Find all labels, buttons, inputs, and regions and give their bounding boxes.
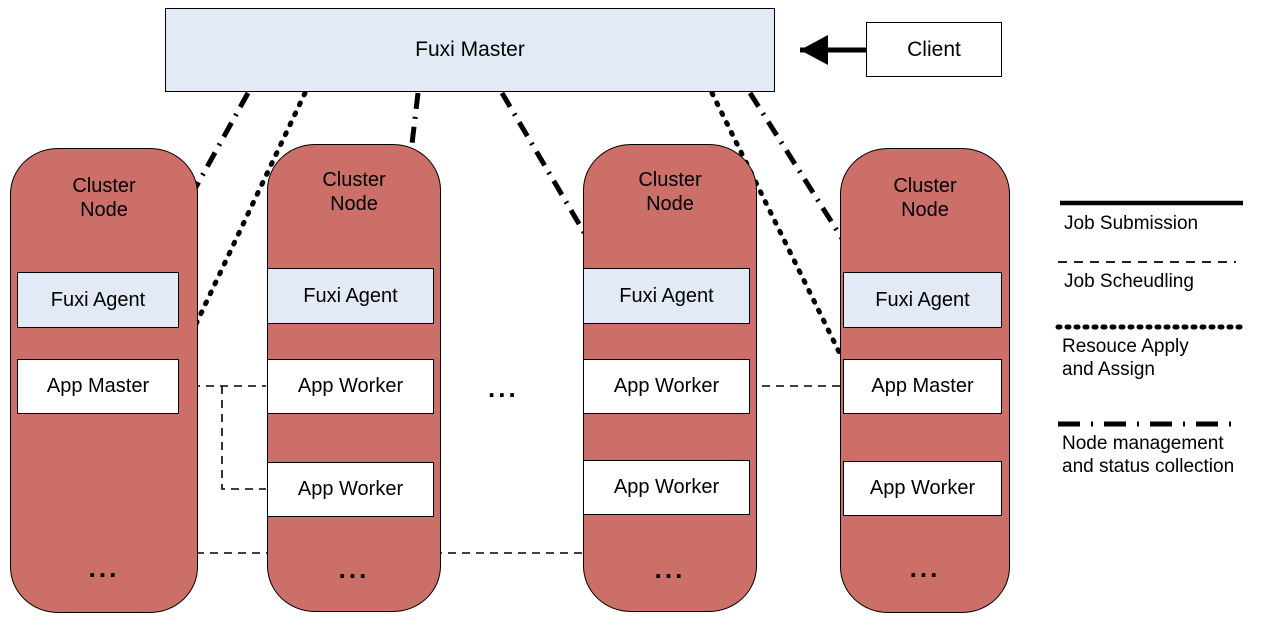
cluster-node-1-title-line2: Node	[80, 198, 128, 221]
cluster-node-1-title: Cluster Node	[11, 175, 197, 222]
cluster-node-4-app-worker-label: App Worker	[869, 477, 976, 500]
cluster-node-4-ellipsis: ...	[909, 553, 941, 583]
cluster-node-3-title: Cluster Node	[584, 169, 756, 216]
cluster-nodes-gap-ellipsis: ...	[488, 373, 519, 403]
fuxi-master-box[interactable]: Fuxi Master	[165, 8, 775, 92]
cluster-node-2-app-worker-1-label: App Worker	[297, 375, 404, 398]
legend-label-job-scheduling: Job Scheudling	[1064, 271, 1194, 292]
cluster-node-4-app-master[interactable]: App Master	[843, 359, 1002, 414]
cluster-node-2-app-worker-2[interactable]: App Worker	[267, 462, 434, 517]
cluster-node-4-title-line2: Node	[901, 198, 949, 221]
client-box[interactable]: Client	[866, 22, 1002, 77]
cluster-node-4-title-line1: Cluster	[893, 175, 957, 197]
cluster-node-4-title: Cluster Node	[841, 175, 1009, 222]
cluster-node-3-ellipsis: ...	[654, 554, 686, 584]
legend-sample-strokes	[1055, 200, 1243, 427]
cluster-node-3-app-worker-1[interactable]: App Worker	[583, 359, 750, 414]
cluster-node-1-title-line1: Cluster	[72, 175, 136, 197]
cluster-node-3-title-line2: Node	[646, 192, 694, 215]
cluster-node-2-fuxi-agent-label: Fuxi Agent	[303, 284, 398, 307]
cluster-node-2-app-worker-2-label: App Worker	[297, 478, 404, 501]
legend-label-node-management: Node management and status collection	[1062, 433, 1235, 478]
cluster-node-4-app-worker[interactable]: App Worker	[843, 461, 1002, 516]
cluster-node-2-app-worker-1[interactable]: App Worker	[267, 359, 434, 414]
cluster-node-1-app-master[interactable]: App Master	[17, 359, 179, 414]
cluster-node-4-app-master-label: App Master	[871, 375, 974, 398]
job-scheduling-lines	[97, 385, 922, 554]
cluster-node-4-fuxi-agent[interactable]: Fuxi Agent	[843, 272, 1002, 328]
cluster-node-2-title-line2: Node	[330, 192, 378, 215]
cluster-node-2-ellipsis: ...	[338, 554, 370, 584]
cluster-node-3-app-worker-2[interactable]: App Worker	[583, 460, 750, 515]
cluster-node-1-app-master-label: App Master	[46, 375, 150, 398]
cluster-node-1-fuxi-agent-label: Fuxi Agent	[50, 288, 146, 311]
fuxi-master-label: Fuxi Master	[415, 38, 525, 62]
cluster-node-1-ellipsis: ...	[88, 553, 120, 583]
cluster-node-3-app-worker-1-label: App Worker	[613, 375, 720, 398]
cluster-node-3-fuxi-agent[interactable]: Fuxi Agent	[583, 268, 750, 324]
cluster-node-3-title-line1: Cluster	[638, 169, 702, 191]
client-label: Client	[907, 37, 961, 61]
diagram-canvas: Fuxi Master Client Cluster Node ... Fuxi…	[0, 0, 1286, 617]
cluster-node-4-fuxi-agent-label: Fuxi Agent	[875, 288, 970, 311]
cluster-node-2-title-line1: Cluster	[322, 169, 386, 191]
legend-label-job-submission: Job Submission	[1064, 213, 1199, 234]
job-submission-arrow	[800, 35, 866, 65]
cluster-node-1-fuxi-agent[interactable]: Fuxi Agent	[17, 272, 179, 328]
legend-label-resource-apply: Resouce Apply and Assign	[1062, 336, 1189, 381]
cluster-node-2-title: Cluster Node	[268, 169, 440, 216]
cluster-node-3-fuxi-agent-label: Fuxi Agent	[619, 284, 714, 307]
cluster-node-2-fuxi-agent[interactable]: Fuxi Agent	[267, 268, 434, 324]
cluster-node-3-app-worker-2-label: App Worker	[613, 476, 720, 499]
